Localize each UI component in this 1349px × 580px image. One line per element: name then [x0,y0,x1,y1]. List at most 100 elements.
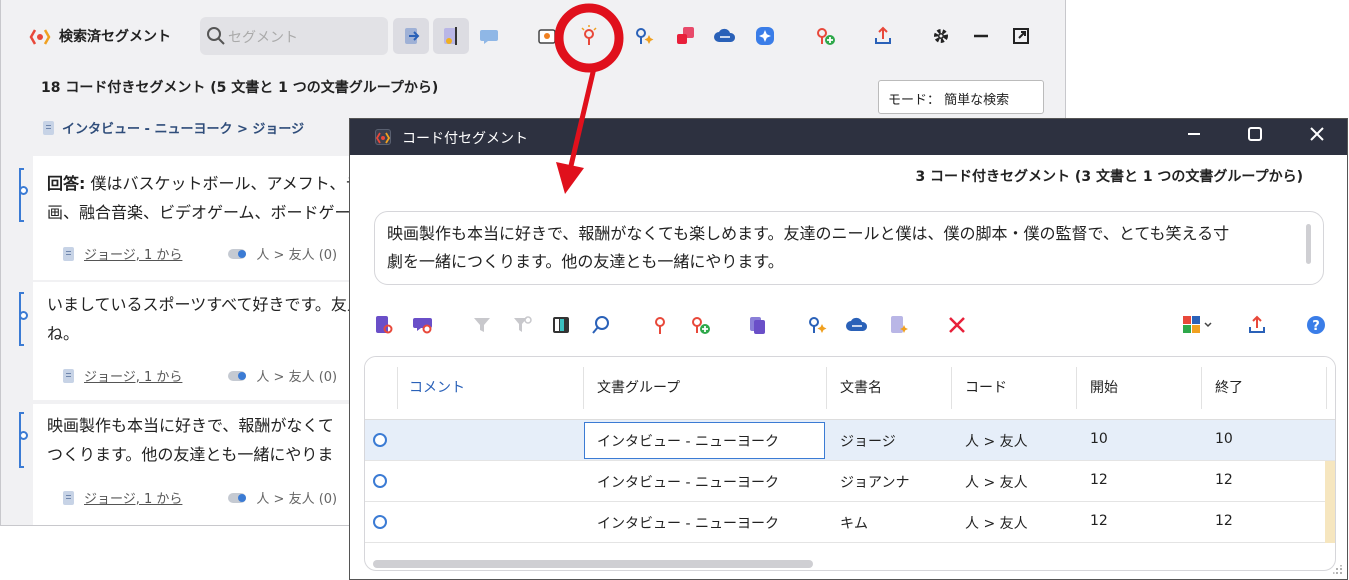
cell-start[interactable]: 12 [1090,472,1108,488]
column-header-start[interactable]: 開始 [1090,377,1118,397]
column-header-document[interactable]: 文書名 [840,377,882,397]
segment-meta: ジョージ, 1 から 人 > 友人 (0) [63,244,337,263]
resize-grip-icon[interactable] [1333,565,1343,575]
dialog-close-button[interactable] [1305,125,1329,149]
table-row[interactable]: インタビュー - ニューヨーク ジョージ 人 > 友人 10 10 [365,420,1335,461]
code-button[interactable] [648,313,672,337]
comment-icon [480,30,498,44]
segment-text: 映画製作も本当に好きで、報酬がなくて つくります。他の友達とも一緒にやりま [47,411,334,469]
ai-star-button[interactable] [747,18,783,54]
row-radio[interactable] [373,515,387,529]
app-logo-icon [29,29,51,45]
close-icon [1310,127,1324,141]
cell-end[interactable]: 12 [1215,513,1233,529]
popout-button[interactable] [1003,18,1039,54]
cell-document-group[interactable]: インタビュー - ニューヨーク [597,513,779,533]
breadcrumb-text: インタビュー - ニューヨーク > ジョージ [62,122,305,137]
segment-bracket [19,412,24,468]
help-button[interactable]: ? [1304,313,1328,337]
cloud-button[interactable] [707,18,743,54]
dialog-maximize-button[interactable] [1243,125,1267,149]
filter-settings-button[interactable] [510,313,534,337]
segment-doc-link[interactable]: ジョージ, 1 から [84,244,182,263]
cell-start[interactable]: 10 [1090,431,1108,447]
export-button[interactable] [1245,313,1269,337]
document-breadcrumb[interactable]: インタビュー - ニューヨーク > ジョージ [43,118,304,137]
segment-doc-link[interactable]: ジョージ, 1 から [84,488,182,507]
table-row[interactable]: インタビュー - ニューヨーク ジョアンナ 人 > 友人 12 12 [365,461,1335,502]
columns-button[interactable] [549,313,573,337]
segment-preview: 映画製作も本当に好きで、報酬がなくても楽しめます。友達のニールと僕は、僕の脚本・… [374,211,1324,285]
preview-scrollbar[interactable] [1306,224,1311,264]
colors-menu-button[interactable] [1180,313,1216,337]
document-icon [63,490,74,505]
edit-segment-button[interactable] [433,18,469,54]
column-header-document-group[interactable]: 文書グループ [597,377,680,397]
cell-end[interactable]: 10 [1215,431,1233,447]
cell-start[interactable]: 12 [1090,513,1108,529]
coded-segments-table: コメント 文書グループ 文書名 コード 開始 終了 インタビュー - ニューヨー… [364,356,1336,571]
column-header-end[interactable]: 終了 [1215,377,1243,397]
coded-segments-dialog: コード付セグメント 3 コード付きセグメント (3 文書と 1 つの文書グループ… [349,118,1348,580]
comment-code-button[interactable] [412,313,436,337]
column-header-comment[interactable]: コメント [409,377,465,397]
color-codes-button[interactable] [667,18,703,54]
cell-code[interactable]: 人 > 友人 [965,431,1028,451]
segment-line-1: 僕はバスケットボール、アメフト、テ [85,174,362,193]
copy-button[interactable] [746,313,770,337]
segment-dot [19,431,28,440]
export-to-document-icon [405,28,420,44]
column-separator [1201,367,1202,409]
document-star-button[interactable] [887,313,911,337]
search-mode-button[interactable]: モード： 簡単な検索 [878,80,1044,114]
filter-button[interactable] [470,313,494,337]
document-star-icon [891,316,908,333]
cell-document-group[interactable]: インタビュー - ニューヨーク [597,472,779,492]
row-radio[interactable] [373,433,387,447]
add-code-button[interactable] [688,313,712,337]
table-row[interactable]: インタビュー - ニューヨーク キム 人 > 友人 12 12 [365,502,1335,543]
minimize-button[interactable] [963,18,999,54]
horizontal-scrollbar[interactable] [373,560,813,568]
export-to-document-button[interactable] [393,18,429,54]
search-button[interactable] [589,313,613,337]
column-separator [583,367,584,409]
cell-code[interactable]: 人 > 友人 [965,513,1028,533]
segment-search-field[interactable]: セグメント [200,17,388,55]
segment-line-1: 映画製作も本当に好きで、報酬がなくて [47,416,334,435]
export-icon [1249,315,1265,333]
segment-doc-link[interactable]: ジョージ, 1 から [84,366,182,385]
segment-code: 人 > 友人 (0) [256,248,338,263]
delete-button[interactable] [945,313,969,337]
column-separator [826,367,827,409]
upload-button[interactable] [865,18,901,54]
minimize-icon [974,34,988,38]
segment-text: 回答: 僕はバスケットボール、アメフト、テ 画、融合音楽、ビデオゲーム、ボードゲ… [47,169,361,227]
cell-document-group[interactable]: インタビュー - ニューヨーク [597,431,779,451]
column-header-code[interactable]: コード [965,377,1007,397]
cell-document[interactable]: キム [840,513,868,533]
cell-document[interactable]: ジョージ [840,431,896,451]
column-separator [397,367,398,409]
cell-code[interactable]: 人 > 友人 [965,472,1028,492]
column-separator [1076,367,1077,409]
add-code-button[interactable] [807,18,843,54]
code-highlight-button[interactable] [571,18,607,54]
settings-button[interactable] [923,18,959,54]
segment-code: 人 > 友人 (0) [256,492,338,507]
cloud-button[interactable] [845,313,869,337]
segment-line-2: つくります。他の友達とも一緒にやりま [47,445,334,464]
cell-document[interactable]: ジョアンナ [840,472,909,492]
ai-assist-button[interactable] [805,313,829,337]
show-document-button[interactable] [529,18,565,54]
cloud-icon [714,28,736,42]
color-squares-icon [677,27,694,44]
segment-line-2: ね。 [47,324,80,343]
cell-end[interactable]: 12 [1215,472,1233,488]
search-icon [592,316,609,334]
dialog-minimize-button[interactable] [1182,125,1206,149]
document-code-button[interactable] [372,313,396,337]
ai-assist-button[interactable] [626,18,662,54]
comment-button[interactable] [471,18,507,54]
row-radio[interactable] [373,474,387,488]
